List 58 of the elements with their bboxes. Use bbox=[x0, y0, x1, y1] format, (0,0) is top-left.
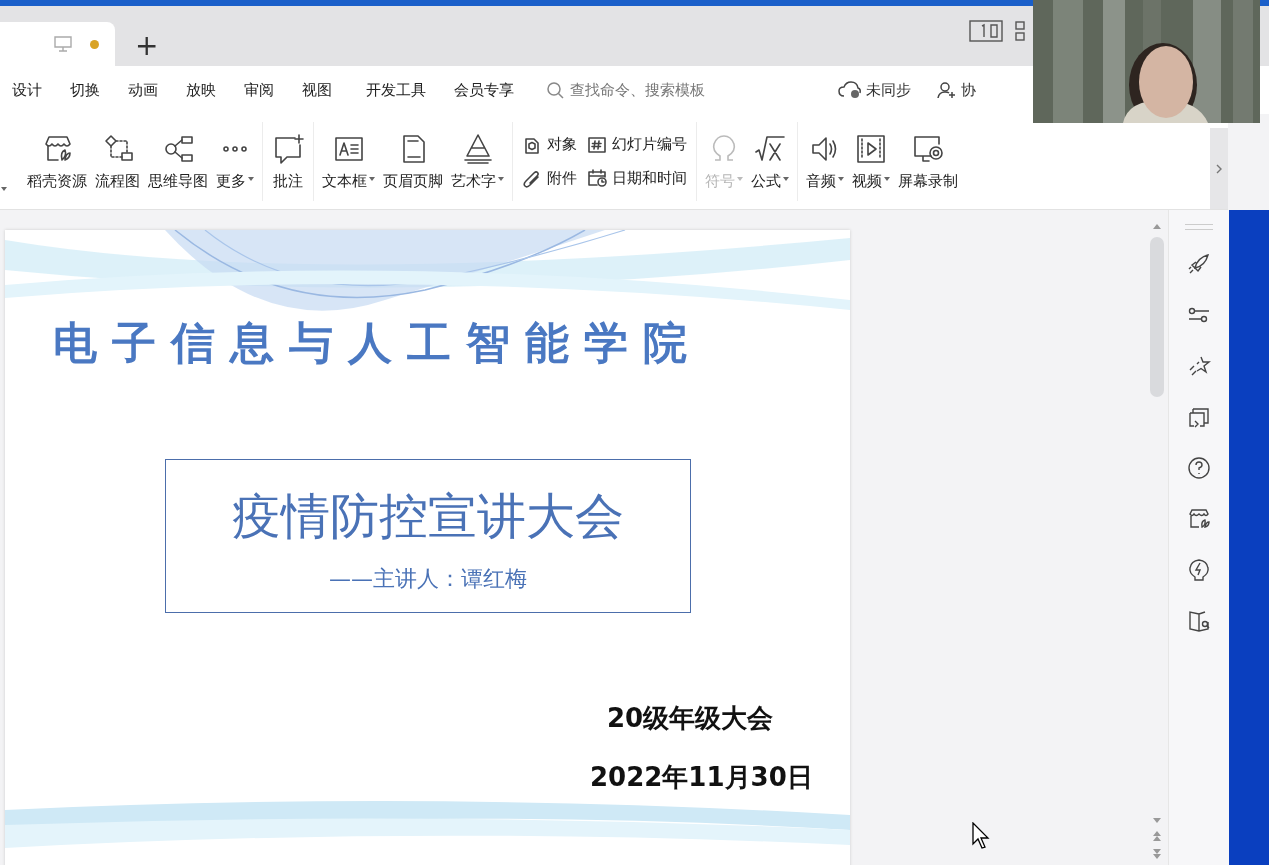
store-icon[interactable] bbox=[1187, 507, 1211, 531]
star-icon[interactable] bbox=[1187, 354, 1211, 378]
menu-tab[interactable]: 动画 bbox=[120, 76, 166, 104]
caret-icon[interactable] bbox=[1, 187, 7, 191]
chevron-right-icon bbox=[1216, 163, 1222, 174]
search-icon bbox=[546, 81, 564, 99]
scrollbar-thumb[interactable] bbox=[1149, 237, 1164, 397]
previous-slide-icon[interactable] bbox=[1152, 831, 1161, 841]
speaker-line: ——主讲人：谭红梅 bbox=[329, 565, 527, 593]
ribbon-button[interactable]: 更多 bbox=[212, 130, 258, 193]
menu-tab[interactable]: 切换 bbox=[62, 76, 108, 104]
ribbon-button[interactable]: 艺术字 bbox=[447, 130, 508, 193]
ribbon-button[interactable]: 附件 bbox=[519, 166, 580, 191]
menu-tab[interactable]: 开发工具 bbox=[358, 76, 434, 104]
ribbon-button[interactable]: 对象 bbox=[519, 132, 580, 157]
cast-icon[interactable] bbox=[1187, 405, 1211, 429]
menu-tab[interactable]: 审阅 bbox=[236, 76, 282, 104]
meeting-name: 20级年级大会 bbox=[607, 702, 774, 735]
collaborate-button[interactable]: 协 bbox=[933, 78, 980, 102]
more-icon bbox=[223, 146, 247, 152]
slide-headline: 疫情防控宣讲大会 bbox=[232, 487, 624, 547]
layout-icon[interactable] bbox=[969, 20, 1003, 42]
ribbon-button[interactable]: 页眉页脚 bbox=[379, 130, 447, 193]
sync-button[interactable]: 未同步 bbox=[834, 78, 915, 102]
help-icon[interactable] bbox=[1187, 456, 1211, 480]
calendar-icon bbox=[587, 168, 607, 189]
ribbon-button[interactable]: 文本框 bbox=[318, 130, 379, 193]
menu-tab[interactable]: 视图 bbox=[294, 76, 340, 104]
grid-icon[interactable] bbox=[1015, 20, 1025, 42]
menu-tab[interactable]: 放映 bbox=[178, 76, 224, 104]
book-search-icon[interactable] bbox=[1187, 609, 1211, 633]
ribbon-button[interactable]: 屏幕录制 bbox=[894, 130, 962, 193]
ribbon-button[interactable]: 音频 bbox=[802, 130, 848, 193]
menu-tab[interactable]: 会员专享 bbox=[446, 76, 522, 104]
ribbon-button[interactable]: 批注 bbox=[267, 130, 309, 193]
menu-tab[interactable]: 设计 bbox=[4, 76, 50, 104]
ribbon-button[interactable]: 公式 bbox=[747, 130, 793, 193]
cloud-icon bbox=[838, 81, 862, 99]
lightning-bulb-icon[interactable] bbox=[1187, 558, 1211, 582]
hash-icon bbox=[587, 134, 607, 155]
scroll-up-icon[interactable] bbox=[1152, 224, 1161, 229]
meeting-date: 2022年11月30日 bbox=[590, 761, 813, 794]
video-icon bbox=[854, 132, 888, 166]
slide-title: 电子信息与人工智能学院 bbox=[53, 316, 702, 370]
ribbon-button[interactable]: 稻壳资源 bbox=[23, 130, 91, 193]
rocket-icon[interactable] bbox=[1187, 252, 1211, 276]
next-slide-icon[interactable] bbox=[1152, 849, 1161, 859]
ribbon-button[interactable]: 流程图 bbox=[91, 130, 144, 193]
paperclip-icon bbox=[522, 168, 542, 189]
ribbon-button[interactable]: 日期和时间 bbox=[584, 166, 690, 191]
new-tab-button[interactable]: + bbox=[129, 29, 165, 62]
ribbon-button[interactable]: 视频 bbox=[848, 130, 894, 193]
scroll-down-icon[interactable] bbox=[1152, 818, 1161, 823]
ribbon-button[interactable]: 思维导图 bbox=[144, 130, 212, 193]
ribbon-button[interactable]: 幻灯片编号 bbox=[584, 132, 690, 157]
mouse-pointer-icon bbox=[972, 822, 990, 850]
monitor-icon bbox=[54, 36, 72, 52]
add-person-icon bbox=[937, 81, 957, 99]
